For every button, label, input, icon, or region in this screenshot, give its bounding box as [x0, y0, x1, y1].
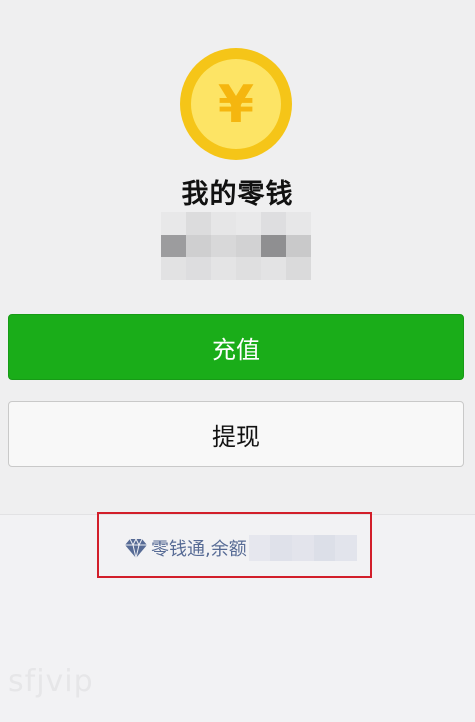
withdraw-button[interactable]: 提现 [8, 401, 464, 467]
coin-icon: ¥ [180, 48, 292, 160]
watermark-text: sfjvip [8, 664, 94, 699]
recharge-button[interactable]: 充值 [8, 314, 464, 380]
page-title: 我的零钱 [181, 179, 294, 210]
lingqiantong-link[interactable]: 零钱通,余额 [124, 532, 357, 564]
balance-amount-obscured [161, 212, 311, 280]
coin-symbol: ¥ [218, 75, 254, 135]
lingqiantong-label: 零钱通,余额 [151, 539, 247, 560]
diamond-icon [125, 537, 147, 559]
withdraw-button-label: 提现 [212, 422, 260, 451]
lingqiantong-amount-obscured [248, 535, 357, 561]
recharge-button-label: 充值 [212, 335, 260, 364]
